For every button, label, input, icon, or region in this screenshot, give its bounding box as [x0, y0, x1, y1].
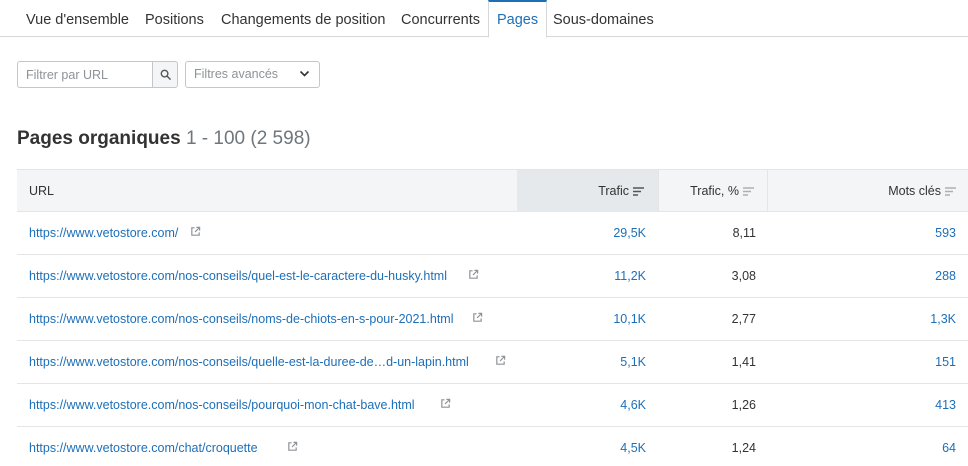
tab-overview[interactable]: Vue d'ensemble: [26, 0, 129, 37]
tab-positions[interactable]: Positions: [145, 0, 204, 37]
external-link-icon[interactable]: [495, 355, 506, 366]
sort-icon: [945, 187, 956, 196]
search-button[interactable]: [152, 61, 178, 88]
page-title: Pages organiques: [17, 128, 181, 149]
tab-subdomains[interactable]: Sous-domaines: [553, 0, 654, 37]
row-url-link[interactable]: https://www.vetostore.com/chat/croquette: [29, 427, 258, 466]
table-row: https://www.vetostore.com/ 29,5K 8,11 59…: [17, 212, 968, 255]
url-filter-input[interactable]: [17, 61, 153, 88]
row-keywords[interactable]: 413: [768, 384, 956, 426]
row-keywords[interactable]: 1,3K: [768, 298, 956, 340]
row-keywords[interactable]: 593: [768, 212, 956, 254]
table-row: https://www.vetostore.com/nos-conseils/q…: [17, 255, 968, 298]
row-traffic-percent: 1,41: [731, 355, 756, 369]
row-traffic-percent: 8,11: [732, 226, 756, 240]
advanced-filters-dropdown[interactable]: Filtres avancés: [185, 61, 320, 88]
column-header-url[interactable]: URL: [29, 170, 54, 212]
external-link-icon[interactable]: [468, 269, 479, 280]
column-header-traffic-label: Trafic: [598, 184, 629, 198]
row-traffic-percent: 1,24: [731, 441, 756, 455]
row-traffic[interactable]: 5,1K: [517, 341, 646, 383]
external-link-icon[interactable]: [287, 441, 298, 452]
search-icon: [160, 69, 171, 80]
column-header-traffic-percent[interactable]: Trafic, %: [658, 170, 768, 212]
row-traffic[interactable]: 4,6K: [517, 384, 646, 426]
organic-pages-table: URL Trafic Trafic, % Mots clés https://w…: [17, 169, 968, 466]
result-count: 1 - 100 (2 598): [185, 128, 311, 149]
column-header-keywords[interactable]: Mots clés: [768, 170, 958, 212]
tab-position-changes[interactable]: Changements de position: [221, 0, 385, 37]
chevron-down-icon: [299, 70, 310, 77]
row-keywords[interactable]: 288: [768, 255, 956, 297]
tab-pages[interactable]: Pages: [488, 0, 548, 38]
table-row: https://www.vetostore.com/nos-conseils/n…: [17, 298, 968, 341]
section-title: Pages organiques 1 - 100 (2 598): [17, 128, 311, 150]
column-header-traffic[interactable]: Trafic: [517, 170, 658, 212]
row-traffic[interactable]: 29,5K: [517, 212, 646, 254]
column-header-traffic-percent-label: Trafic, %: [690, 184, 739, 198]
row-url-link[interactable]: https://www.vetostore.com/: [29, 212, 178, 254]
table-header: URL Trafic Trafic, % Mots clés: [17, 169, 968, 212]
external-link-icon[interactable]: [190, 226, 201, 237]
row-traffic[interactable]: 4,5K: [517, 427, 646, 466]
row-traffic-percent: 3,08: [731, 269, 756, 283]
row-url-link[interactable]: https://www.vetostore.com/nos-conseils/q…: [29, 255, 447, 297]
row-url-link[interactable]: https://www.vetostore.com/nos-conseils/n…: [29, 298, 453, 340]
external-link-icon[interactable]: [440, 398, 451, 409]
row-traffic[interactable]: 10,1K: [517, 298, 646, 340]
row-url-link[interactable]: https://www.vetostore.com/nos-conseils/p…: [29, 384, 415, 426]
row-keywords[interactable]: 151: [768, 341, 956, 383]
row-traffic-percent: 2,77: [731, 312, 756, 326]
row-traffic[interactable]: 11,2K: [517, 255, 646, 297]
sort-icon: [633, 187, 644, 196]
advanced-filters-label: Filtres avancés: [194, 67, 279, 81]
row-traffic-percent: 1,26: [731, 398, 756, 412]
row-keywords[interactable]: 64: [768, 427, 956, 466]
tab-competitors[interactable]: Concurrents: [401, 0, 480, 37]
column-header-keywords-label: Mots clés: [888, 184, 941, 198]
table-row: https://www.vetostore.com/nos-conseils/p…: [17, 384, 968, 427]
table-row: https://www.vetostore.com/chat/croquette…: [17, 427, 968, 466]
external-link-icon[interactable]: [472, 312, 483, 323]
table-row: https://www.vetostore.com/nos-conseils/q…: [17, 341, 968, 384]
tab-bar: Vue d'ensemble Positions Changements de …: [0, 0, 968, 38]
sort-icon: [743, 187, 754, 196]
row-url-link[interactable]: https://www.vetostore.com/nos-conseils/q…: [29, 341, 469, 383]
